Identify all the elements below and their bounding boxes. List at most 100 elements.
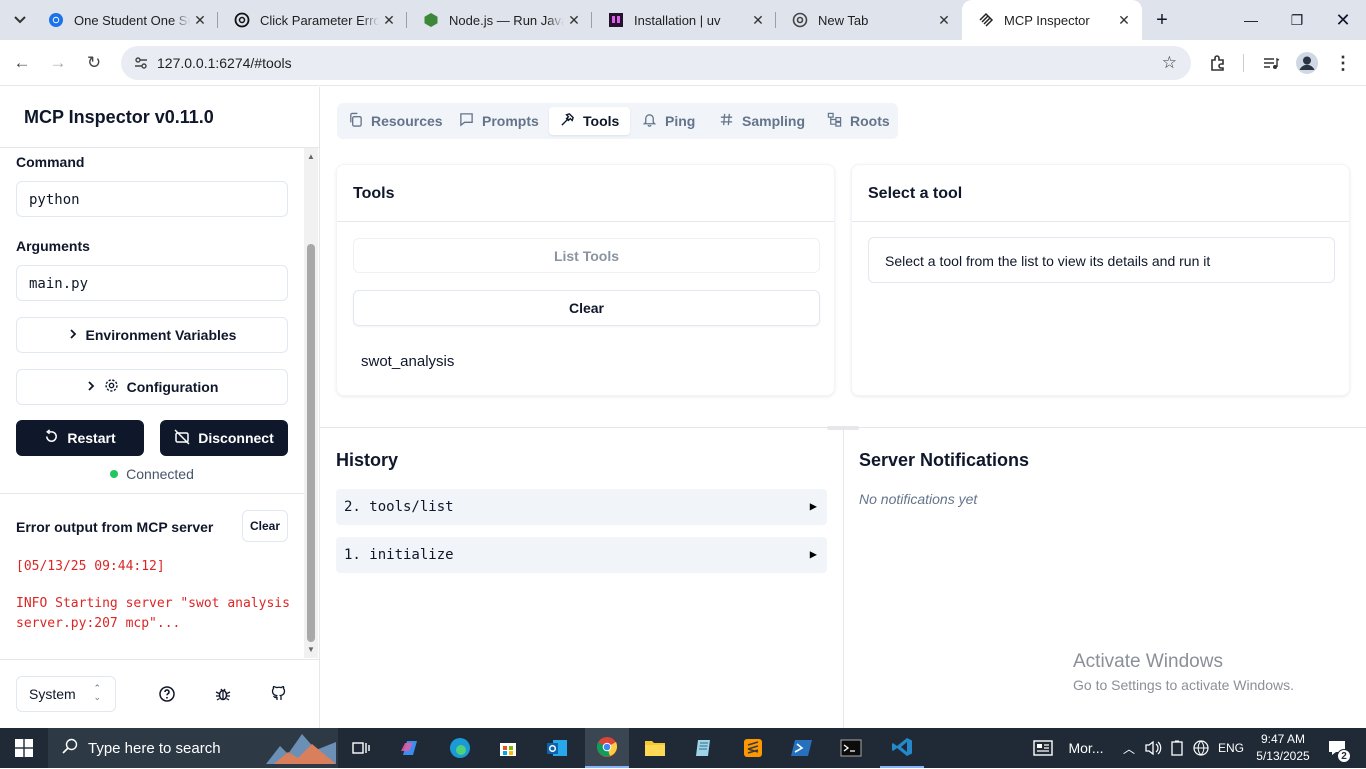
close-tab-icon[interactable]: ✕	[1114, 12, 1134, 29]
error-line: INFO Starting server "swot analysis	[16, 596, 290, 611]
tab-title: Click Parameter Error	[260, 12, 379, 28]
history-title: History	[336, 450, 399, 470]
unplug-icon	[174, 428, 190, 448]
notes-app-icon[interactable]	[684, 728, 724, 768]
configuration-button[interactable]: Configuration	[16, 369, 288, 405]
notifications-empty: No notifications yet	[859, 491, 978, 507]
close-tab-icon[interactable]: ✕	[379, 12, 399, 29]
windows-start-icon[interactable]	[0, 728, 48, 768]
feature-tabs: Resources Prompts Tools Ping Sampling Ro…	[337, 103, 898, 139]
browser-menu-icon[interactable]: ⋮	[1330, 50, 1356, 76]
chrome-icon	[48, 12, 64, 28]
theme-value: System	[29, 686, 76, 702]
media-control-icon[interactable]	[1258, 50, 1284, 76]
browser-tab-3[interactable]: Node.js — Run JavaScript ✕	[407, 0, 592, 40]
restart-button[interactable]: Restart	[16, 420, 144, 456]
tab-roots[interactable]: Roots	[816, 107, 901, 135]
forward-icon[interactable]: →	[45, 50, 71, 76]
github-icon[interactable]	[270, 685, 288, 703]
notification-center-icon[interactable]: 2	[1322, 728, 1352, 768]
taskbar-search-box[interactable]: Type here to search	[48, 728, 338, 768]
notifications-title: Server Notifications	[859, 450, 1030, 470]
clear-tools-button[interactable]: Clear	[353, 290, 820, 326]
widgets-icon[interactable]	[1030, 728, 1056, 768]
address-bar[interactable]: 127.0.0.1:6274/#tools ☆	[121, 46, 1191, 80]
tool-details-title: Select a tool	[868, 185, 963, 202]
chrome-taskbar-icon[interactable]	[585, 728, 629, 768]
help-icon[interactable]	[158, 685, 176, 703]
copilot-icon[interactable]	[390, 728, 430, 768]
clear-errors-button[interactable]: Clear	[242, 510, 288, 542]
edge-icon[interactable]	[440, 728, 480, 768]
restore-icon[interactable]: ❐	[1274, 0, 1320, 40]
bookmark-star-icon[interactable]: ☆	[1162, 53, 1177, 73]
task-view-icon[interactable]	[342, 728, 380, 768]
tab-label: Resources	[371, 113, 443, 129]
tab-prompts[interactable]: Prompts	[448, 107, 550, 135]
battery-icon[interactable]	[1167, 728, 1187, 768]
disconnect-button[interactable]: Disconnect	[160, 420, 288, 456]
close-window-icon[interactable]: ✕	[1320, 0, 1366, 40]
network-icon[interactable]	[1190, 728, 1212, 768]
tab-title: Installation | uv	[634, 12, 721, 28]
chevron-up-icon[interactable]: ︿	[1120, 728, 1138, 768]
minimize-icon[interactable]: —	[1228, 0, 1274, 40]
clock-time: 9:47 AM	[1260, 732, 1306, 746]
language-indicator[interactable]: ENG	[1216, 728, 1246, 768]
browser-tab-active[interactable]: MCP Inspector ✕	[962, 0, 1142, 40]
environment-variables-label: Environment Variables	[85, 327, 237, 343]
close-tab-icon[interactable]: ✕	[934, 12, 954, 29]
list-tools-button[interactable]: List Tools	[353, 238, 820, 273]
browser-tab-5[interactable]: New Tab ✕	[776, 0, 962, 40]
browser-tab-strip: One Student One Sub ✕ Click Parameter Er…	[0, 0, 1366, 40]
browser-tab-1[interactable]: One Student One Sub ✕	[32, 0, 218, 40]
hammer-icon	[560, 112, 575, 130]
close-tab-icon[interactable]: ✕	[190, 12, 210, 29]
tab-search-icon[interactable]	[8, 8, 32, 32]
bug-icon[interactable]	[214, 685, 232, 703]
close-tab-icon[interactable]: ✕	[748, 12, 768, 29]
site-info-icon[interactable]	[133, 55, 149, 76]
new-tab-button[interactable]: +	[1150, 8, 1174, 32]
clock-date: 5/13/2025	[1256, 749, 1310, 763]
back-icon[interactable]: ←	[9, 50, 35, 76]
clock[interactable]: 9:47 AM 5/13/2025	[1252, 728, 1314, 768]
vscode-icon[interactable]	[880, 728, 924, 768]
tool-item[interactable]: swot_analysis	[361, 353, 454, 370]
store-icon[interactable]	[488, 728, 528, 768]
close-tab-icon[interactable]: ✕	[564, 12, 584, 29]
environment-variables-button[interactable]: Environment Variables	[16, 317, 288, 353]
expand-arrow-icon[interactable]: ▶	[810, 499, 817, 513]
command-input[interactable]: python	[16, 181, 288, 217]
terminal-icon[interactable]	[831, 728, 871, 768]
browser-tab-4[interactable]: Installation | uv ✕	[592, 0, 776, 40]
history-item[interactable]: 1. initialize ▶	[336, 537, 827, 573]
scrollbar-thumb[interactable]	[307, 244, 315, 642]
running-app-label[interactable]: Mor...	[1062, 728, 1110, 768]
volume-icon[interactable]	[1142, 728, 1164, 768]
tab-title: Node.js — Run JavaScript	[449, 12, 564, 28]
outlook-icon[interactable]	[537, 728, 577, 768]
sidebar-scrollbar[interactable]: ▲ ▼	[304, 148, 318, 658]
file-explorer-icon[interactable]	[635, 728, 675, 768]
expand-arrow-icon[interactable]: ▶	[810, 547, 817, 561]
browser-toolbar: ← → ↻ 127.0.0.1:6274/#tools ☆ ⋮	[0, 40, 1366, 86]
reload-icon[interactable]: ↻	[81, 50, 107, 76]
extensions-icon[interactable]	[1205, 50, 1231, 76]
sublime-text-icon[interactable]	[733, 728, 773, 768]
scroll-down-icon[interactable]: ▼	[307, 645, 315, 654]
chevron-right-icon	[86, 379, 96, 395]
powershell-icon[interactable]	[782, 728, 822, 768]
tab-resources[interactable]: Resources	[337, 107, 454, 135]
browser-tab-2[interactable]: Click Parameter Error ✕	[218, 0, 407, 40]
scroll-up-icon[interactable]: ▲	[307, 152, 315, 161]
tab-tools[interactable]: Tools	[549, 107, 631, 135]
theme-select[interactable]: System ⌃ ⌄	[16, 676, 116, 712]
history-item[interactable]: 2. tools/list ▶	[336, 489, 827, 525]
tab-sampling[interactable]: Sampling	[708, 107, 816, 135]
arguments-input[interactable]: main.py	[16, 265, 288, 301]
bell-icon	[642, 112, 657, 130]
tab-label: Roots	[850, 113, 890, 129]
tab-ping[interactable]: Ping	[631, 107, 706, 135]
profile-avatar[interactable]	[1294, 50, 1320, 76]
